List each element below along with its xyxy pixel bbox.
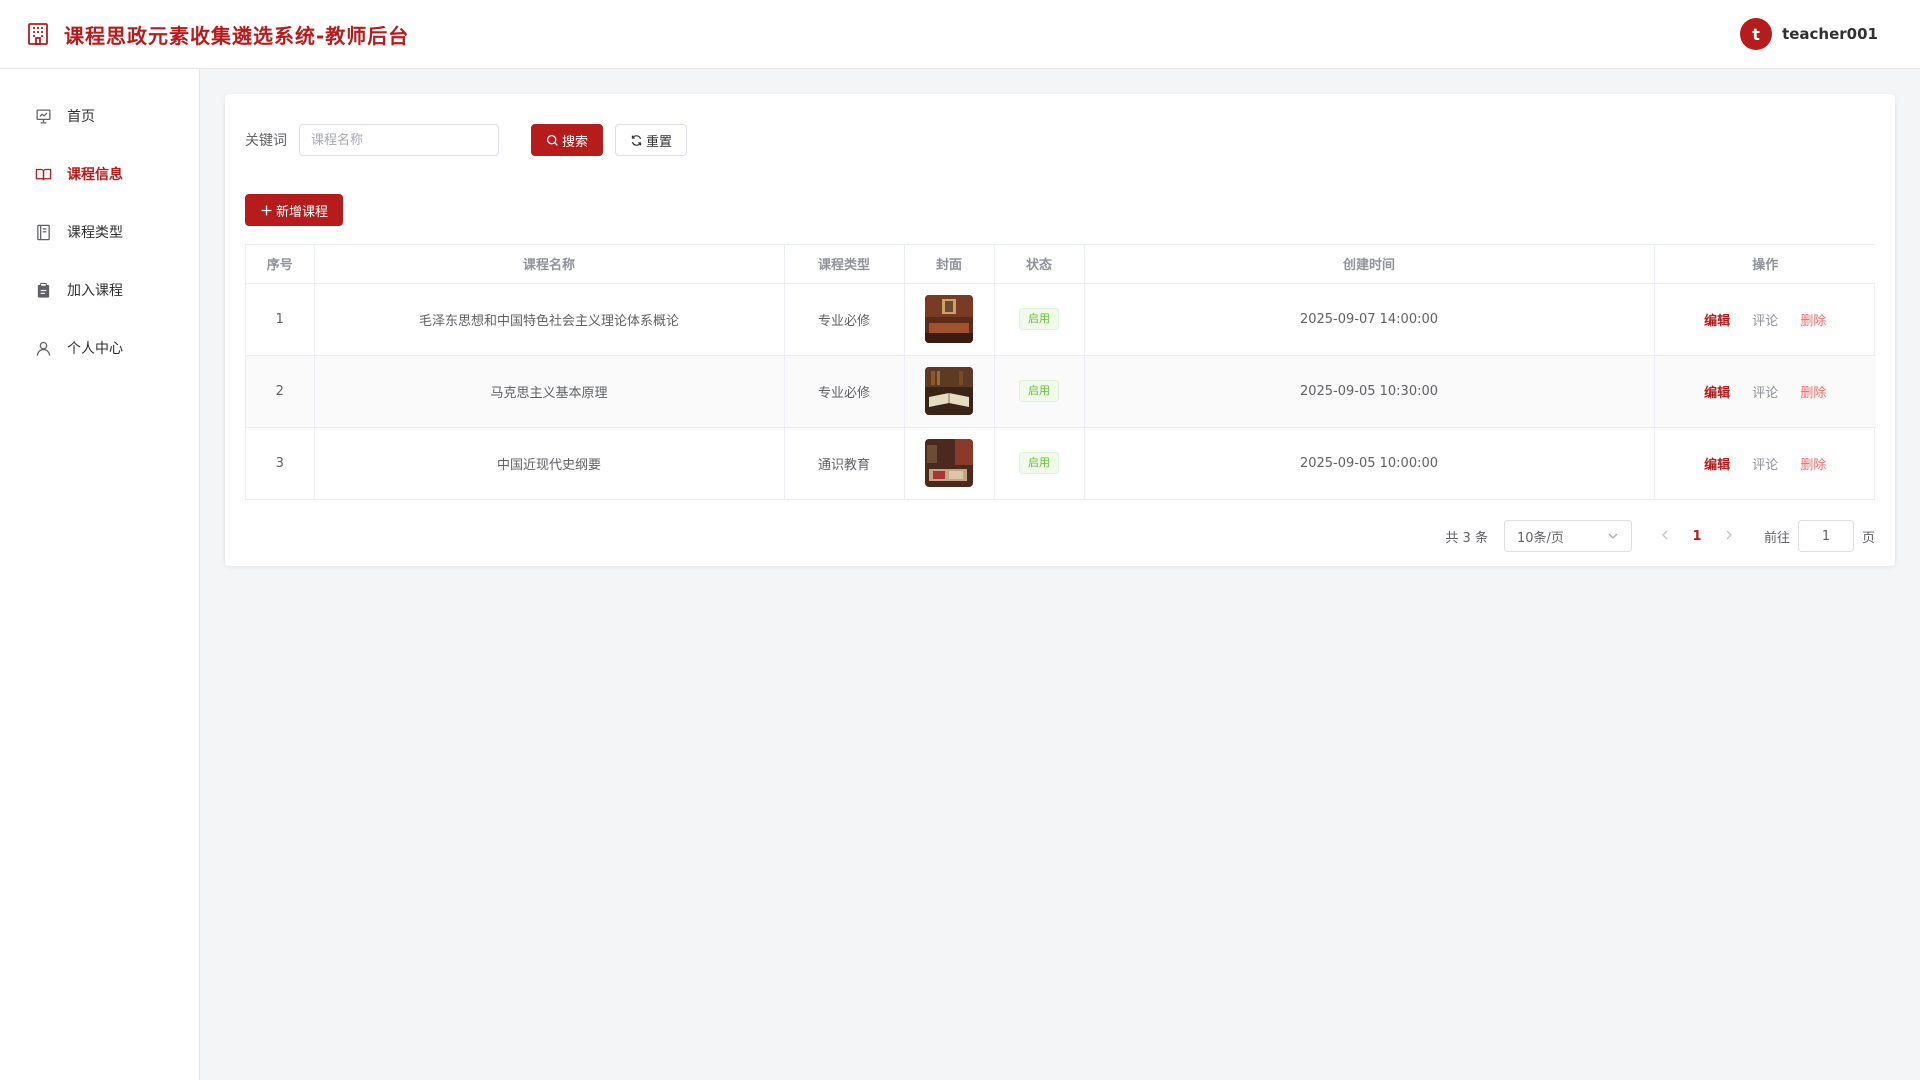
refresh-icon [631,134,642,146]
cell-created-time: 2025-09-05 10:00:00 [1084,427,1655,499]
cell-index: 3 [246,427,315,499]
app-title: 课程思政元素收集遴选系统-教师后台 [64,23,410,48]
user-icon [36,341,51,356]
course-cover-image[interactable] [925,367,973,415]
course-cover-image[interactable] [925,295,973,343]
table-row: 1 毛泽东思想和中国特色社会主义理论体系概论 专业必修 启用 2025-09-0… [246,283,1876,356]
cell-course-type: 专业必修 [784,283,905,356]
presentation-icon [36,108,51,124]
prev-page-button[interactable] [1650,529,1680,544]
reset-button[interactable]: 重置 [615,124,688,156]
cell-course-name: 毛泽东思想和中国特色社会主义理论体系概论 [314,283,785,356]
book-open-icon [35,168,52,180]
add-course-label: 新增课程 [276,204,329,220]
cell-course-name: 马克思主义基本原理 [314,355,785,428]
brand: 课程思政元素收集遴选系统-教师后台 [26,20,409,49]
cell-status: 启用 [994,355,1085,428]
page-size-value: 10条/页 [1516,530,1564,546]
comment-link[interactable]: 评论 [1752,458,1778,473]
sidebar-item-label: 加入课程 [67,283,123,299]
column-header: 操作 [1654,245,1876,284]
keyword-label: 关键词 [245,133,287,149]
sidebar: 首页 课程信息 课程类型 加入课程 个人中心 [0,69,200,1080]
delete-link[interactable]: 删除 [1800,386,1826,401]
chevron-right-icon [1726,530,1732,539]
column-header: 状态 [994,245,1085,284]
edit-link[interactable]: 编辑 [1704,386,1730,401]
table-header-row: 序号 课程名称 课程类型 封面 状态 创建时间 操作 [246,245,1876,284]
sidebar-item-label: 个人中心 [67,341,123,357]
comment-link[interactable]: 评论 [1752,386,1778,401]
cell-cover [904,355,995,428]
sidebar-item-profile[interactable]: 个人中心 [0,319,199,377]
plus-icon [261,205,272,215]
cell-index: 1 [246,283,315,356]
cell-status: 启用 [994,283,1085,356]
clipboard-icon [37,282,50,298]
notebook-icon [37,224,50,240]
next-page-button[interactable] [1714,529,1744,544]
sidebar-item-join-course[interactable]: 加入课程 [0,261,199,319]
table-row: 2 马克思主义基本原理 专业必修 启用 2025-09-05 10:30:00 … [246,355,1876,428]
cell-course-type: 专业必修 [784,355,905,428]
course-cover-image[interactable] [925,439,973,488]
cell-created-time: 2025-09-05 10:30:00 [1084,355,1655,428]
sidebar-item-label: 课程信息 [67,167,123,183]
user-menu[interactable]: t teacher001 [1740,18,1878,50]
column-header: 课程名称 [314,245,785,284]
cell-index: 2 [246,355,315,428]
chevron-left-icon [1662,530,1668,539]
page-size-select[interactable]: 10条/页 [1503,520,1632,552]
keyword-input[interactable] [299,124,499,156]
sidebar-item-home[interactable]: 首页 [0,87,199,145]
username[interactable]: teacher001 [1782,25,1878,43]
action-row: 新增课程 [245,194,1875,226]
cell-operations: 编辑 评论 删除 [1654,355,1876,428]
column-header: 封面 [904,245,995,284]
cell-operations: 编辑 评论 删除 [1654,427,1876,499]
sidebar-item-course-info[interactable]: 课程信息 [0,145,199,203]
search-button[interactable]: 搜索 [531,124,604,156]
search-bar: 关键词 搜索 重置 [245,124,1875,156]
add-course-button[interactable]: 新增课程 [245,194,344,226]
total-count: 共 3 条 [1445,530,1488,546]
edit-link[interactable]: 编辑 [1704,314,1730,329]
status-badge: 启用 [1019,452,1059,475]
column-header: 创建时间 [1084,245,1655,284]
comment-link[interactable]: 评论 [1752,314,1778,329]
status-badge: 启用 [1019,308,1059,330]
cell-course-type: 通识教育 [784,427,905,499]
sidebar-item-label: 课程类型 [67,225,123,241]
cell-status: 启用 [994,427,1085,499]
cell-course-name: 中国近现代史纲要 [314,427,785,499]
edit-link[interactable]: 编辑 [1704,458,1730,473]
top-header: 课程思政元素收集遴选系统-教师后台 t teacher001 [0,0,1920,69]
search-icon [546,134,558,146]
column-header: 课程类型 [784,245,905,284]
sidebar-item-course-type[interactable]: 课程类型 [0,203,199,261]
page-number-current[interactable]: 1 [1680,529,1714,544]
column-header: 序号 [246,245,315,284]
cell-cover [904,283,995,356]
sidebar-item-label: 首页 [67,109,95,125]
jump-label: 前往 [1763,530,1790,546]
course-list-card: 关键词 搜索 重置 新增课程 [225,94,1895,566]
search-button-label: 搜索 [562,134,589,150]
reset-button-label: 重置 [646,134,673,150]
page-suffix: 页 [1861,530,1875,546]
cell-cover [904,427,995,499]
pagination: 共 3 条 10条/页 1 前往 页 [245,520,1875,552]
cell-created-time: 2025-09-07 14:00:00 [1084,283,1655,356]
table-row: 3 中国近现代史纲要 通识教育 启用 2025-09-05 10:00:00 编… [246,427,1876,499]
delete-link[interactable]: 删除 [1800,314,1826,329]
cell-operations: 编辑 评论 删除 [1654,283,1876,356]
building-icon [28,23,48,45]
delete-link[interactable]: 删除 [1800,458,1826,473]
status-badge: 启用 [1019,380,1059,402]
avatar[interactable]: t [1740,18,1773,50]
jump-page-input[interactable] [1797,520,1854,552]
course-table: 序号 课程名称 课程类型 封面 状态 创建时间 操作 1 毛泽东思想和中国特色社… [245,244,1876,500]
chevron-down-icon [1608,533,1618,539]
